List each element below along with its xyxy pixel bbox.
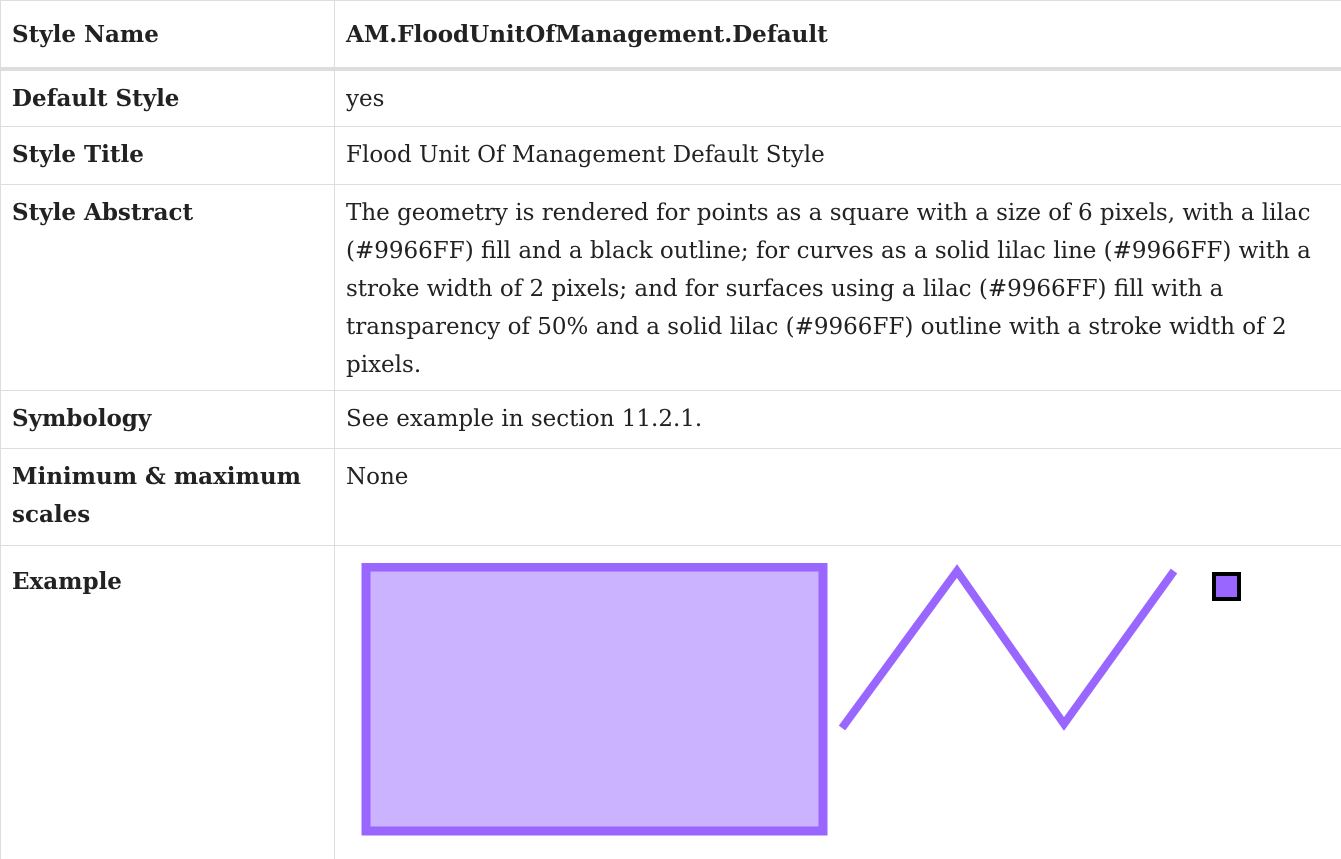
style-title-label: Style Title <box>0 126 335 185</box>
example-row: Example <box>0 545 1341 859</box>
default-style-label: Default Style <box>0 68 335 127</box>
example-svg <box>361 563 1241 836</box>
example-label: Example <box>0 545 335 859</box>
curve-example-line <box>838 564 1178 731</box>
scales-row: Minimum & maximum scales None <box>0 448 1341 546</box>
style-abstract-value: The geometry is rendered for points as a… <box>334 184 1341 391</box>
style-title-value: Flood Unit Of Management Default Style <box>334 126 1341 185</box>
style-table: Style Name AM.FloodUnitOfManagement.Defa… <box>0 0 1341 859</box>
style-name-label: Style Name <box>0 0 335 71</box>
page: Style Name AM.FloodUnitOfManagement.Defa… <box>0 0 1341 859</box>
scales-value: None <box>334 448 1341 546</box>
point-example-square <box>1212 572 1241 601</box>
style-title-row: Style Title Flood Unit Of Management Def… <box>0 126 1341 185</box>
example-figure <box>346 563 1330 859</box>
style-name-value: AM.FloodUnitOfManagement.Default <box>334 0 1341 71</box>
symbology-label: Symbology <box>0 390 335 449</box>
scales-label: Minimum & maximum scales <box>0 448 335 546</box>
symbology-row: Symbology See example in section 11.2.1. <box>0 390 1341 449</box>
example-cell <box>334 545 1341 859</box>
style-abstract-label: Style Abstract <box>0 184 335 391</box>
default-style-row: Default Style yes <box>0 68 1341 127</box>
style-name-row: Style Name AM.FloodUnitOfManagement.Defa… <box>0 0 1341 71</box>
symbology-value: See example in section 11.2.1. <box>334 390 1341 449</box>
default-style-value: yes <box>334 68 1341 127</box>
style-abstract-row: Style Abstract The geometry is rendered … <box>0 184 1341 391</box>
surface-example-polygon <box>361 563 828 836</box>
